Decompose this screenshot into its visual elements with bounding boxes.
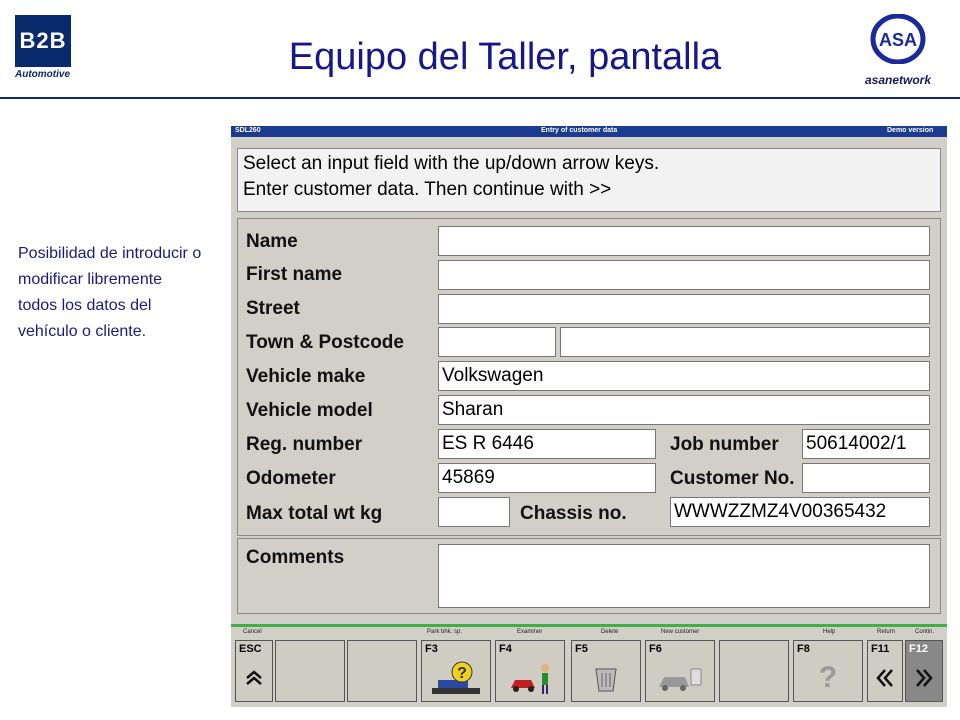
park-vehicle-icon: ? <box>422 655 490 701</box>
instruction-line-1: Select an input field with the up/down a… <box>243 153 660 174</box>
customer-data-window: SDL260 Entry of customer data Demo versi… <box>231 126 947 707</box>
instruction-line-2: Enter customer data. Then continue with … <box>243 179 612 200</box>
header-rule <box>0 97 960 99</box>
empty-key-1[interactable] <box>275 640 345 702</box>
version-label: Demo version <box>887 127 934 134</box>
app-code: SDL260 <box>235 127 261 134</box>
esc-key-label: ESC <box>239 643 262 655</box>
vehicle-make-label: Vehicle make <box>246 366 366 387</box>
name-field[interactable] <box>438 226 930 256</box>
f6-new-customer-button[interactable]: F6 <box>645 640 715 702</box>
asa-logo: ASA asanetwork <box>852 13 944 87</box>
f8-key-label: F8 <box>797 643 810 655</box>
f5-delete-button[interactable]: F5 <box>571 640 641 702</box>
continue-caption: Contin. <box>915 629 935 635</box>
esc-button[interactable]: ESC <box>235 640 273 702</box>
f11-key-label: F11 <box>871 643 890 655</box>
park-caption: Park bhk. sp. <box>427 629 463 635</box>
asa-logo-subtitle: asanetwork <box>864 73 932 87</box>
new-customer-caption: New customer <box>661 629 700 635</box>
max-total-wt-field[interactable] <box>438 497 510 527</box>
customer-no-label: Customer No. <box>670 468 795 489</box>
asa-logo-mark: ASA <box>870 13 926 65</box>
f6-key-label: F6 <box>649 643 662 655</box>
town-field[interactable] <box>438 327 556 357</box>
help-caption: Help <box>823 629 836 635</box>
double-left-icon <box>868 655 902 701</box>
window-title: Entry of customer data <box>541 127 618 134</box>
chassis-no-field[interactable]: WWWZZMZ4V00365432 <box>670 497 930 527</box>
first-name-field[interactable] <box>438 260 930 290</box>
f11-return-button[interactable]: F11 <box>867 640 903 702</box>
vehicle-model-label: Vehicle model <box>246 400 373 421</box>
delete-caption: Delete <box>601 629 619 635</box>
odometer-field[interactable]: 45869 <box>438 463 656 493</box>
double-right-icon <box>906 655 942 701</box>
comments-label: Comments <box>246 547 345 568</box>
reg-number-label: Reg. number <box>246 434 363 455</box>
window-titlebar: SDL260 Entry of customer data Demo versi… <box>231 126 947 137</box>
return-caption: Return <box>877 629 896 635</box>
street-field[interactable] <box>438 294 930 324</box>
slide-title: Equipo del Taller, pantalla <box>288 36 722 78</box>
job-number-label: Job number <box>670 434 779 455</box>
name-label: Name <box>246 231 298 252</box>
svg-text:?: ? <box>457 665 467 682</box>
side-note: Posibilidad de introducir o modificar li… <box>18 245 202 340</box>
customer-no-field[interactable] <box>802 463 930 493</box>
empty-key-2[interactable] <box>347 640 417 702</box>
chevron-up-icon <box>236 655 272 701</box>
new-customer-icon <box>646 655 714 701</box>
svg-text:ASA: ASA <box>879 30 917 50</box>
customer-form: Name First name Street Town & Postcode V… <box>237 218 941 536</box>
job-number-field[interactable]: 50614002/1 <box>802 429 930 459</box>
f12-continue-button[interactable]: F12 <box>905 640 943 702</box>
cancel-caption: Cancel <box>243 629 262 635</box>
vehicle-model-field[interactable]: Sharan <box>438 395 930 425</box>
help-icon: ? <box>818 661 838 694</box>
function-key-bar: Cancel Park bhk. sp. Examiner Delete New… <box>231 624 947 707</box>
town-postcode-label: Town & Postcode <box>246 332 404 353</box>
instruction-box: Select an input field with the up/down a… <box>237 148 941 212</box>
f8-help-button[interactable]: F8 ? <box>793 640 863 702</box>
f12-key-label: F12 <box>909 643 928 655</box>
f4-examiner-button[interactable]: F4 <box>495 640 565 702</box>
comments-section: Comments <box>237 538 941 614</box>
comments-field[interactable] <box>438 544 930 608</box>
examiner-icon <box>496 655 564 701</box>
street-label: Street <box>246 298 300 319</box>
postcode-field[interactable] <box>560 327 930 357</box>
examiner-caption: Examiner <box>517 629 543 635</box>
vehicle-make-field[interactable]: Volkswagen <box>438 361 930 391</box>
trash-icon <box>572 655 640 701</box>
chassis-no-label: Chassis no. <box>520 503 627 524</box>
odometer-label: Odometer <box>246 468 336 489</box>
f3-key-label: F3 <box>425 643 438 655</box>
f3-park-button[interactable]: F3 ? <box>421 640 491 702</box>
f4-key-label: F4 <box>499 643 512 655</box>
first-name-label: First name <box>246 264 343 285</box>
max-total-wt-label: Max total wt kg <box>246 503 383 524</box>
reg-number-field[interactable]: ES R 6446 <box>438 429 656 459</box>
f5-key-label: F5 <box>575 643 588 655</box>
empty-key-3[interactable] <box>719 640 789 702</box>
